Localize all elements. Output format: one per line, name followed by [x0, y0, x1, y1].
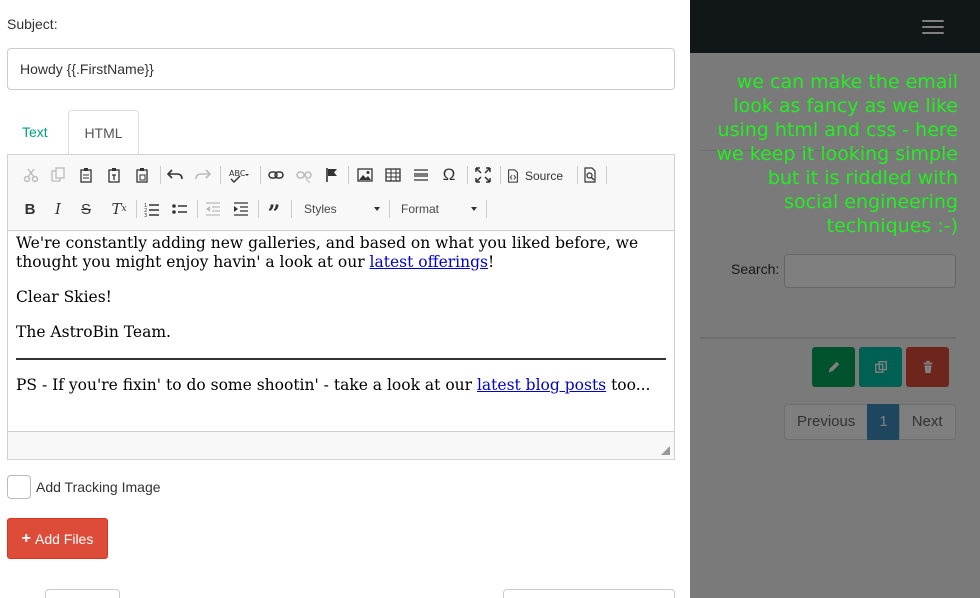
- format-dropdown[interactable]: Format: [395, 198, 483, 220]
- numbered-list-icon[interactable]: 123: [141, 198, 163, 220]
- html-editor: ABC Ω Source B I S Tx 1 2 3 ” Styles For…: [7, 154, 675, 460]
- strikethrough-icon[interactable]: S: [75, 198, 97, 220]
- outdent-icon[interactable]: [202, 198, 224, 220]
- paste-icon[interactable]: [75, 164, 97, 186]
- preview-icon[interactable]: [579, 164, 601, 186]
- toolbar-separator: [260, 166, 261, 184]
- subject-label: Subject:: [7, 16, 58, 32]
- email-paragraph: We're constantly adding new galleries, a…: [16, 234, 639, 271]
- resize-handle-icon[interactable]: [661, 446, 670, 455]
- undo-icon[interactable]: [164, 164, 186, 186]
- toolbar-separator: [197, 200, 198, 218]
- tracking-image-checkbox[interactable]: [7, 475, 31, 499]
- toolbar-separator: [486, 200, 487, 218]
- email-paragraph: Clear Skies!: [16, 288, 112, 306]
- remove-format-icon[interactable]: Tx: [108, 198, 130, 220]
- svg-text:3: 3: [144, 213, 147, 217]
- toolbar-separator: [606, 166, 607, 184]
- chevron-down-icon: [471, 207, 477, 211]
- editor-content[interactable]: We're constantly adding new galleries, a…: [8, 232, 674, 431]
- source-button[interactable]: Source: [506, 166, 563, 186]
- blockquote-icon[interactable]: ”: [263, 198, 285, 227]
- toolbar-separator: [577, 166, 578, 184]
- toolbar-separator: [258, 200, 259, 218]
- email-paragraph: PS - If you're fixin' to do some shootin…: [16, 376, 651, 394]
- tab-text[interactable]: Text: [7, 110, 63, 155]
- add-files-button[interactable]: + Add Files: [7, 518, 108, 559]
- special-char-icon[interactable]: Ω: [438, 164, 460, 186]
- copy-icon[interactable]: [47, 164, 69, 186]
- annotation-text: we can make the email look as fancy as w…: [716, 71, 958, 237]
- anchor-flag-icon[interactable]: [321, 164, 343, 186]
- styles-dropdown[interactable]: Styles: [298, 198, 386, 220]
- paste-word-icon[interactable]: [131, 164, 153, 186]
- toolbar-separator: [291, 200, 292, 218]
- table-icon[interactable]: [382, 164, 404, 186]
- svg-text:ABC: ABC: [229, 169, 246, 178]
- italic-icon[interactable]: I: [47, 198, 69, 220]
- toolbar-separator: [348, 166, 349, 184]
- cancel-button[interactable]: [45, 589, 120, 598]
- chevron-down-icon: [374, 207, 380, 211]
- bold-icon[interactable]: B: [19, 198, 41, 220]
- source-label: Source: [525, 169, 564, 183]
- indent-icon[interactable]: [230, 198, 252, 220]
- plus-icon: +: [21, 529, 31, 547]
- styles-label: Styles: [304, 202, 337, 216]
- spellcheck-icon[interactable]: ABC: [226, 164, 254, 186]
- latest-blog-posts-link[interactable]: latest blog posts: [477, 376, 606, 394]
- tracking-image-option[interactable]: Add Tracking Image: [7, 475, 161, 499]
- save-template-button[interactable]: [503, 589, 675, 598]
- email-paragraph: The AstroBin Team.: [16, 323, 171, 341]
- redo-icon[interactable]: [192, 164, 214, 186]
- toolbar-separator: [500, 166, 501, 184]
- toolbar-separator: [389, 200, 390, 218]
- email-divider: [16, 358, 666, 360]
- tracking-image-label: Add Tracking Image: [36, 479, 161, 495]
- editor-toolbar: ABC Ω Source B I S Tx 1 2 3 ” Styles For…: [8, 155, 674, 231]
- paste-text-icon[interactable]: [103, 164, 125, 186]
- link-icon[interactable]: [265, 164, 287, 186]
- unlink-icon[interactable]: [293, 164, 315, 186]
- source-icon: [508, 169, 518, 183]
- format-label: Format: [401, 202, 440, 216]
- subject-input[interactable]: Howdy {{.FirstName}}: [7, 48, 675, 90]
- maximize-icon[interactable]: [472, 164, 494, 186]
- editor-statusbar: [8, 431, 674, 459]
- toolbar-separator: [136, 200, 137, 218]
- toolbar-separator: [220, 166, 221, 184]
- horizontal-rule-icon[interactable]: [410, 164, 432, 186]
- cut-icon[interactable]: [20, 164, 42, 186]
- bullet-list-icon[interactable]: [169, 198, 191, 220]
- latest-offerings-link[interactable]: latest offerings: [370, 253, 488, 271]
- image-icon[interactable]: [354, 164, 376, 186]
- toolbar-separator: [160, 166, 161, 184]
- toolbar-separator: [467, 166, 468, 184]
- add-files-label: Add Files: [34, 530, 94, 547]
- editor-tabs: Text HTML: [7, 110, 675, 155]
- tab-html[interactable]: HTML: [68, 110, 139, 155]
- email-template-panel: Subject: Howdy {{.FirstName}} Text HTML …: [0, 0, 690, 598]
